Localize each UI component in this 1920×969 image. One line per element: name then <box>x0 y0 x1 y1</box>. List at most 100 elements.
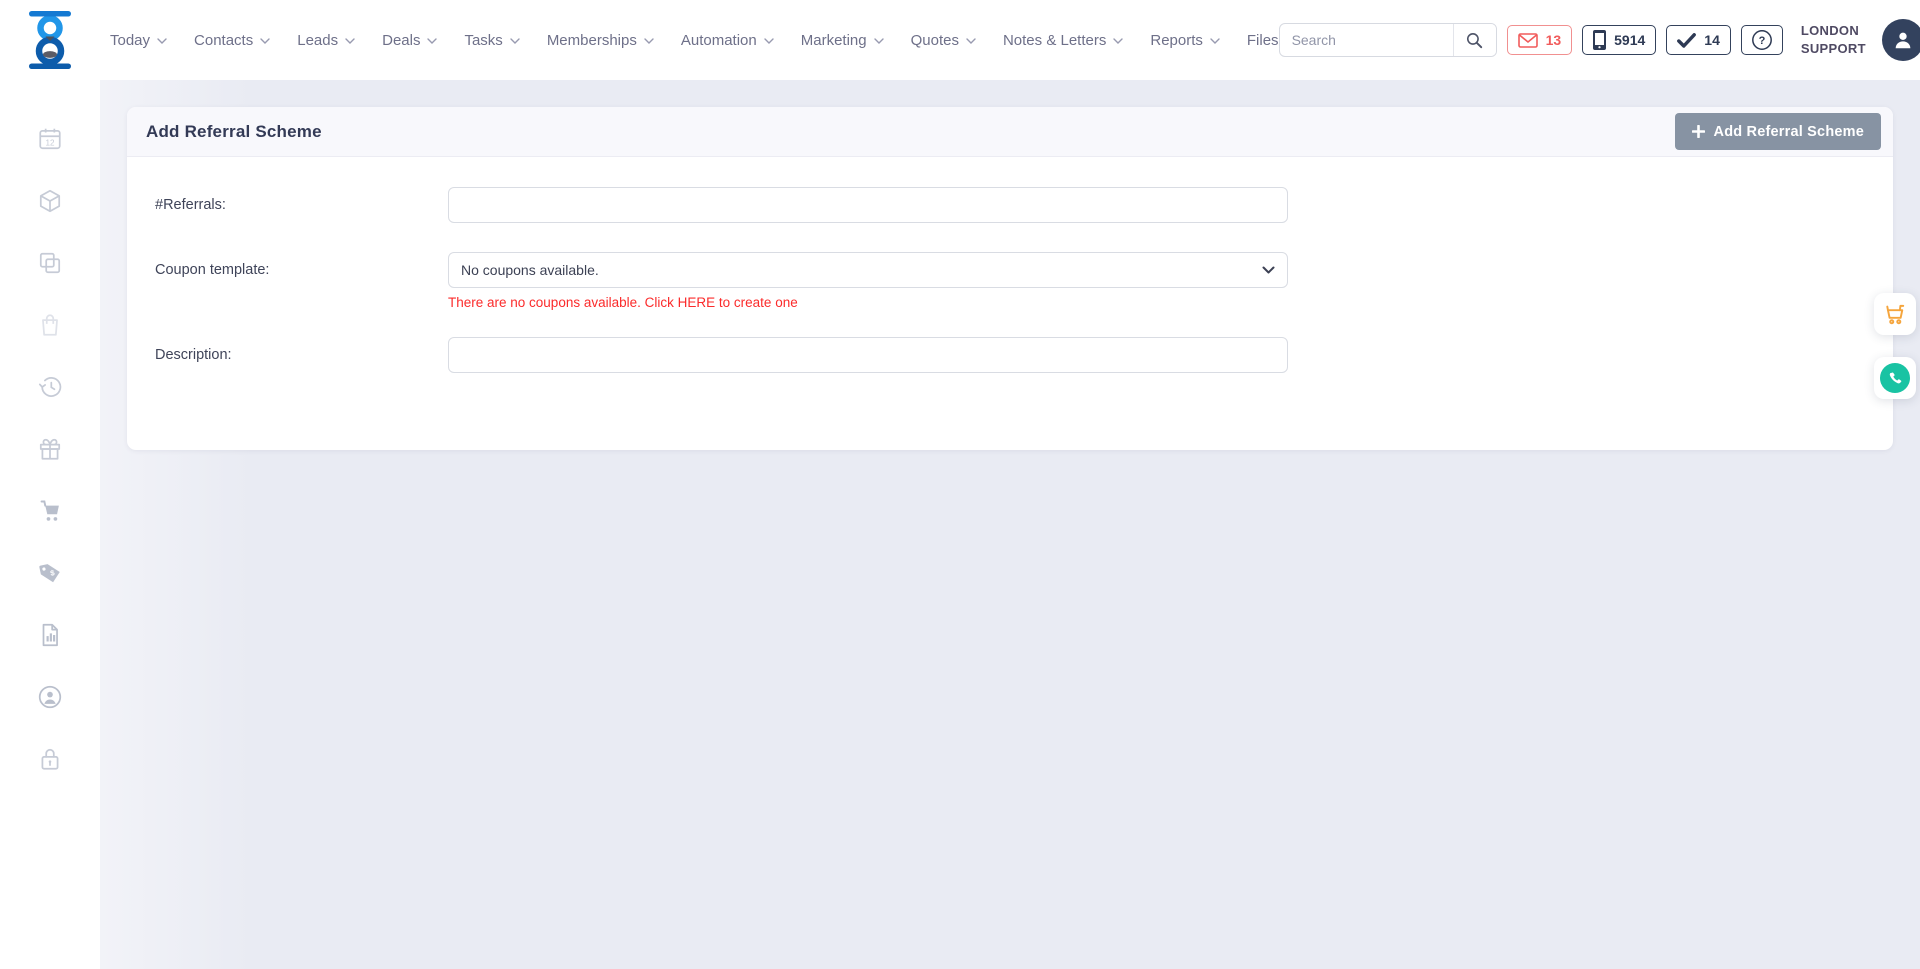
chevron-down-icon <box>260 38 270 44</box>
sidebar-item-rewards[interactable] <box>37 436 63 462</box>
referral-scheme-form: #Referrals: Coupon template: No coupons … <box>127 157 1893 373</box>
tasks-badge[interactable]: 14 <box>1666 25 1731 55</box>
nav-contacts[interactable]: Contacts <box>194 32 270 49</box>
chevron-down-icon <box>510 38 520 44</box>
user-name[interactable]: LONDON SUPPORT <box>1801 22 1866 57</box>
nav-notes-letters[interactable]: Notes & Letters <box>1003 32 1123 49</box>
sms-credits-badge[interactable]: 5914 <box>1582 25 1656 55</box>
coupon-warning-text-pre: There are no coupons available. Click <box>448 295 678 310</box>
add-button-label: Add Referral Scheme <box>1714 124 1864 140</box>
nav-leads[interactable]: Leads <box>297 32 355 49</box>
search-button[interactable] <box>1454 24 1496 56</box>
messages-badge[interactable]: 13 <box>1507 25 1573 55</box>
nav-tasks[interactable]: Tasks <box>464 32 519 49</box>
sidebar-item-security[interactable] <box>37 746 63 772</box>
sidebar-item-pricing[interactable]: $ <box>37 560 63 586</box>
coupon-template-label: Coupon template: <box>155 262 448 278</box>
nav-label: Notes & Letters <box>1003 32 1106 49</box>
package-cube-icon <box>37 188 63 214</box>
description-input[interactable] <box>448 337 1288 373</box>
coupon-warning-text-post: to create one <box>715 295 798 310</box>
nav-label: Marketing <box>801 32 867 49</box>
coupon-template-row: Coupon template: No coupons available. <box>155 252 1893 288</box>
history-clock-icon <box>37 374 63 400</box>
card-header: Add Referral Scheme Add Referral Scheme <box>127 107 1893 157</box>
coupon-warning-message: There are no coupons available. Click HE… <box>448 295 1893 310</box>
shopping-cart-orange-icon <box>1882 301 1908 327</box>
nav-memberships[interactable]: Memberships <box>547 32 654 49</box>
floating-call-button[interactable] <box>1874 357 1916 399</box>
sidebar-item-account[interactable] <box>37 684 63 710</box>
sidebar-item-orders[interactable] <box>37 312 63 338</box>
nav-marketing[interactable]: Marketing <box>801 32 884 49</box>
calendar-day-number: 12 <box>45 138 55 147</box>
sidebar-item-packages[interactable] <box>37 188 63 214</box>
coupon-template-select[interactable]: No coupons available. <box>448 252 1288 288</box>
referrals-input[interactable] <box>448 187 1288 223</box>
sms-credits-count: 5914 <box>1614 32 1645 48</box>
nav-label: Memberships <box>547 32 637 49</box>
main-content: Add Referral Scheme Add Referral Scheme … <box>100 80 1920 969</box>
nav-deals[interactable]: Deals <box>382 32 437 49</box>
add-referral-scheme-button[interactable]: Add Referral Scheme <box>1675 113 1881 150</box>
topbar-right-cluster: 13 5914 14 ? LONDON SUPPORT <box>1279 19 1920 61</box>
app-logo[interactable] <box>26 11 74 69</box>
chevron-down-icon <box>764 38 774 44</box>
messages-count: 13 <box>1546 32 1562 48</box>
chevron-down-icon <box>1210 38 1220 44</box>
search-box <box>1279 23 1497 57</box>
nav-quotes[interactable]: Quotes <box>911 32 976 49</box>
shopping-bag-icon <box>37 312 63 338</box>
left-sidebar: 12 <box>0 80 100 969</box>
description-row: Description: <box>155 337 1893 373</box>
copy-squares-icon <box>37 250 63 276</box>
avatar[interactable] <box>1882 19 1920 61</box>
person-icon <box>1892 29 1914 51</box>
nav-label: Contacts <box>194 32 253 49</box>
user-circle-icon <box>37 684 63 710</box>
sidebar-item-shop[interactable] <box>37 498 63 524</box>
nav-label: Automation <box>681 32 757 49</box>
coupon-warning-link[interactable]: HERE <box>678 295 716 310</box>
referrals-row: #Referrals: <box>155 187 1893 223</box>
floating-shop-button[interactable] <box>1874 293 1916 335</box>
nav-files[interactable]: Files <box>1247 32 1279 49</box>
search-input[interactable] <box>1280 32 1453 48</box>
padlock-icon <box>37 746 63 772</box>
page-title: Add Referral Scheme <box>146 122 322 142</box>
nav-automation[interactable]: Automation <box>681 32 774 49</box>
nav-label: Tasks <box>464 32 502 49</box>
chevron-down-icon <box>644 38 654 44</box>
help-button[interactable]: ? <box>1741 25 1783 55</box>
shopping-cart-icon <box>37 498 63 524</box>
main-nav: Today Contacts Leads Deals Tasks Members… <box>110 32 1279 49</box>
top-bar: Today Contacts Leads Deals Tasks Members… <box>0 0 1920 80</box>
sidebar-item-history[interactable] <box>37 374 63 400</box>
nav-today[interactable]: Today <box>110 32 167 49</box>
phone-icon <box>1888 371 1903 386</box>
envelope-icon <box>1518 33 1538 48</box>
search-icon <box>1465 31 1484 50</box>
hourglass-logo-icon <box>26 11 74 69</box>
sidebar-item-duplicates[interactable] <box>37 250 63 276</box>
description-label: Description: <box>155 347 448 363</box>
referrals-label: #Referrals: <box>155 197 448 213</box>
help-question-icon: ? <box>1751 29 1773 51</box>
sidebar-item-reports[interactable] <box>37 622 63 648</box>
nav-label: Today <box>110 32 150 49</box>
user-name-line1: LONDON <box>1801 22 1866 40</box>
calendar-icon: 12 <box>37 126 63 152</box>
svg-text:?: ? <box>1759 35 1766 47</box>
chevron-down-icon <box>966 38 976 44</box>
chevron-down-icon <box>345 38 355 44</box>
mobile-phone-icon <box>1593 30 1606 50</box>
sidebar-item-calendar[interactable]: 12 <box>37 126 63 152</box>
chevron-down-icon <box>1113 38 1123 44</box>
nav-reports[interactable]: Reports <box>1150 32 1220 49</box>
price-tag-icon: $ <box>37 560 63 586</box>
nav-label: Reports <box>1150 32 1203 49</box>
nav-label: Quotes <box>911 32 959 49</box>
phone-circle <box>1880 363 1910 393</box>
gift-icon <box>37 436 63 462</box>
tasks-count: 14 <box>1704 32 1720 48</box>
